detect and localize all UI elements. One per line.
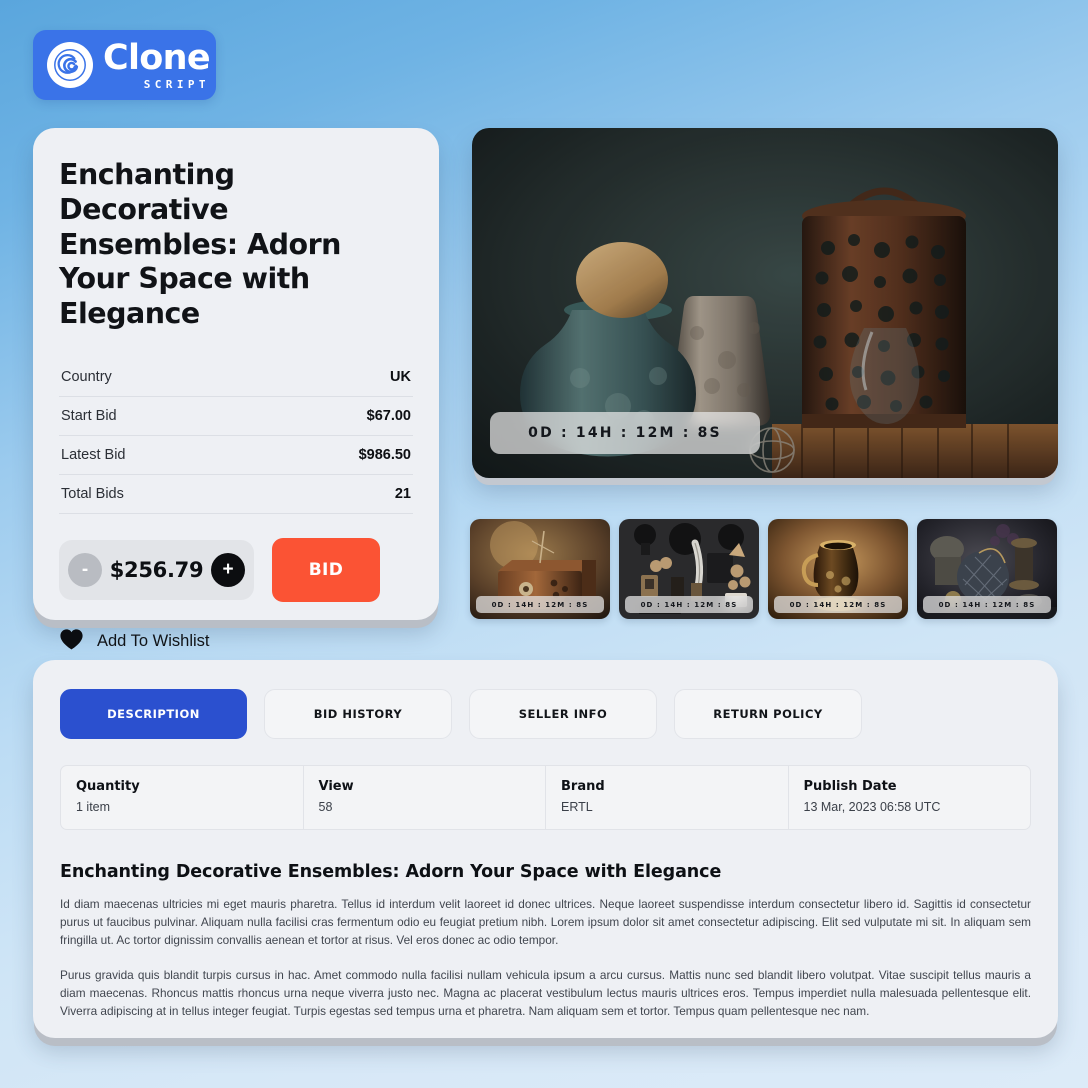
info-value: 1 item [76,800,111,814]
info-cell-brand: Brand ERTL [546,766,789,829]
clone-spiral-c-icon [47,42,93,88]
thumbnail-4[interactable]: 0D : 14H : 12M : 8S [917,519,1057,619]
tab-bid-history[interactable]: BID HISTORY [264,689,452,739]
product-info-table: Quantity 1 item View 58 Brand ERTL Publi… [60,765,1031,830]
spec-row-latest-bid: Latest Bid $986.50 [59,436,413,475]
thumbnail-3-timer: 0D : 14H : 12M : 8S [774,596,902,613]
info-value: 58 [318,800,333,814]
description-heading: Enchanting Decorative Ensembles: Adorn Y… [60,862,722,882]
thumbnail-4-timer: 0D : 14H : 12M : 8S [923,596,1051,613]
quantity-stepper: - $256.79 + [59,539,254,600]
tab-return-policy[interactable]: RETURN POLICY [674,689,862,739]
tab-bar: DESCRIPTION BID HISTORY SELLER INFO RETU… [60,689,1031,739]
increment-bid-button[interactable]: + [211,552,245,587]
info-header: Publish Date [803,779,897,794]
spec-label: Start Bid [61,407,117,424]
description-paragraph-2: Purus gravida quis blandit turpis cursus… [60,967,1031,1018]
page-title: Enchanting Decorative Ensembles: Adorn Y… [59,158,341,331]
product-hero-image[interactable]: 0D : 14H : 12M : 8S [472,128,1058,478]
spec-label: Country [61,368,112,385]
spec-value: 21 [394,485,411,502]
description-paragraph-1: Id diam maecenas ultricies mi eget mauri… [60,897,1031,947]
info-cell-quantity: Quantity 1 item [61,766,304,829]
spec-value: $67.00 [366,407,411,424]
bid-amount-value: $256.79 [109,557,204,582]
info-header: View [318,779,354,794]
add-to-wishlist-button[interactable]: Add To Wishlist [59,628,413,656]
spec-row-total-bids: Total Bids 21 [59,475,413,514]
brand-tagline: SCRIPT [143,77,210,91]
product-spec-list: Country UK Start Bid $67.00 Latest Bid $… [59,358,413,514]
spec-label: Total Bids [61,485,124,502]
wishlist-label: Add To Wishlist [97,632,210,651]
decrement-bid-button[interactable]: - [68,552,102,587]
spec-value: $986.50 [358,446,411,463]
info-cell-publish-date: Publish Date 13 Mar, 2023 06:58 UTC [789,766,1031,829]
product-detail-card: Enchanting Decorative Ensembles: Adorn Y… [33,128,439,650]
brand-logo[interactable]: Clone SCRIPT [33,30,216,100]
info-header: Brand [561,779,605,794]
tab-description[interactable]: DESCRIPTION [60,689,247,739]
thumbnail-strip: 0D : 14H : 12M : 8S 0D: 14H: 12M: 8S … [470,519,1060,619]
bid-button[interactable]: BID [272,537,380,602]
auction-countdown-timer: 0D : 14H : 12M : 8S [490,412,760,454]
thumbnail-1[interactable]: 0D : 14H : 12M : 8S [470,519,610,619]
spec-label: Latest Bid [61,446,126,463]
thumbnail-3[interactable]: 0D : 14H : 12M : 8S [768,519,908,619]
brand-name: Clone [103,37,211,78]
info-value: ERTL [561,800,593,814]
spec-value: UK [390,368,411,385]
page-root: Clone SCRIPT Enchanting Decorative Ensem… [0,0,1088,1088]
heart-icon [59,628,84,656]
spec-row-country: Country UK [59,358,413,397]
tab-seller-info[interactable]: SELLER INFO [469,689,657,739]
product-info-panel: DESCRIPTION BID HISTORY SELLER INFO RETU… [33,660,1058,1038]
bid-controls: - $256.79 + BID [59,537,413,602]
info-cell-view: View 58 [304,766,546,829]
thumbnail-2[interactable]: 0D : 14H : 12M : 8S [619,519,759,619]
thumbnail-2-timer: 0D : 14H : 12M : 8S [625,596,753,613]
brand-wordmark: Clone SCRIPT [103,37,211,91]
thumbnail-1-timer: 0D : 14H : 12M : 8S [476,596,604,613]
info-header: Quantity [76,779,140,794]
info-value: 13 Mar, 2023 06:58 UTC [803,800,941,814]
spec-row-start-bid: Start Bid $67.00 [59,397,413,436]
